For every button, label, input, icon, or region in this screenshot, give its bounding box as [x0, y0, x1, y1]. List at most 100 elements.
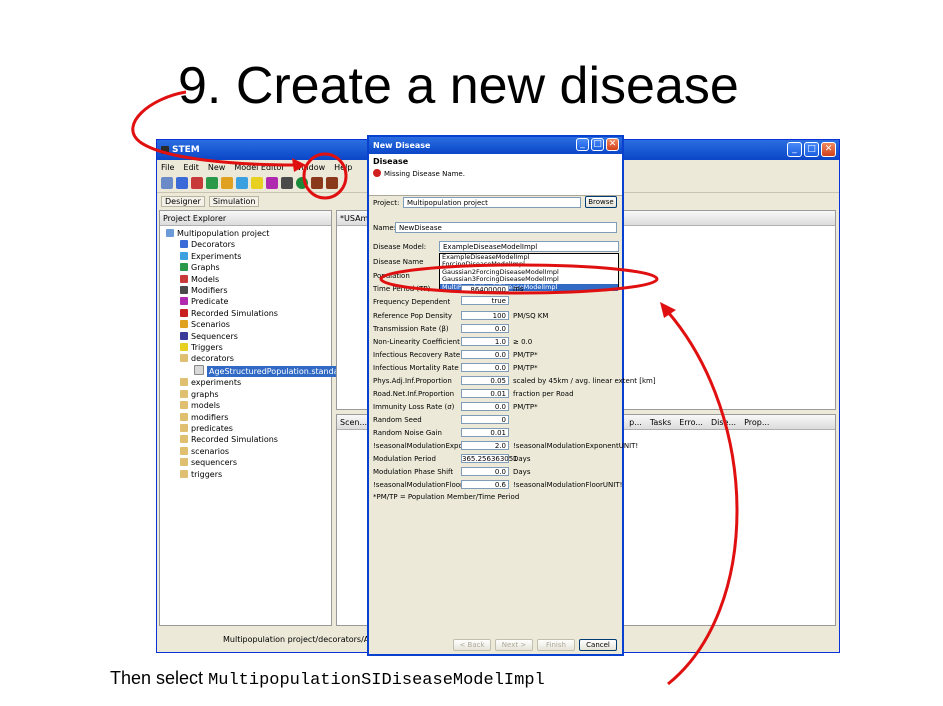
param-field[interactable]: 0.6 — [461, 480, 509, 489]
caption-code: MultipopulationSIDiseaseModelImpl — [208, 671, 545, 690]
errors-tab[interactable]: Erro... — [679, 418, 703, 427]
param-unit: PM/TP* — [513, 403, 538, 411]
folder-icon — [180, 378, 188, 387]
tree-item[interactable]: scenarios — [166, 446, 331, 457]
param-unit: Days — [513, 468, 531, 476]
minimize-button[interactable]: _ — [787, 142, 802, 157]
menu-new[interactable]: New — [208, 163, 225, 172]
param-label: !seasonalModulationFloor! — [373, 481, 466, 489]
dropdown-option[interactable]: Gaussian2ForcingDiseaseModelImpl — [440, 269, 618, 276]
menu-window[interactable]: Window — [294, 163, 326, 172]
dropdown-option[interactable]: ForcingDiseaseModelImpl — [440, 261, 618, 268]
tree-item[interactable]: Recorded Simulations — [166, 308, 331, 319]
menu-help[interactable]: Help — [334, 163, 352, 172]
modifier-icon[interactable] — [281, 177, 293, 189]
tree-item[interactable]: Sequencers — [166, 331, 331, 342]
param-field[interactable]: 0.01 — [461, 428, 509, 437]
tree-item[interactable]: predicates — [166, 423, 331, 434]
param-field[interactable]: 100 — [461, 311, 509, 320]
dialog-maximize-button[interactable]: □ — [591, 138, 604, 151]
dropdown-option[interactable]: Gaussian3ForcingDiseaseModelImpl — [440, 276, 618, 283]
time-period-field[interactable]: 86400000 — [461, 285, 509, 294]
tree-item[interactable]: Graphs — [166, 262, 331, 273]
param-field[interactable]: 0.0 — [461, 350, 509, 359]
disease-model-select[interactable]: ExampleDiseaseModelImpl — [439, 241, 619, 252]
tree-item[interactable]: Decorators — [166, 239, 331, 250]
scenario-icon[interactable] — [221, 177, 233, 189]
param-label: Modulation Phase Shift — [373, 468, 454, 476]
tree-item[interactable]: Modifiers — [166, 285, 331, 296]
next-button[interactable]: Next > — [495, 639, 533, 651]
model-icon[interactable] — [191, 177, 203, 189]
lower-tab[interactable]: p... — [629, 418, 642, 427]
properties-tab[interactable]: Prop... — [744, 418, 769, 427]
editor-tab[interactable]: *USAm — [340, 214, 368, 223]
param-field[interactable]: 0.0 — [461, 324, 509, 333]
decorator-icon[interactable] — [176, 177, 188, 189]
menu-file[interactable]: File — [161, 163, 174, 172]
frequency-field[interactable]: true — [461, 296, 509, 305]
finish-button[interactable]: Finish — [537, 639, 575, 651]
perspective-simulation[interactable]: Simulation — [208, 195, 260, 207]
tasks-tab[interactable]: Tasks — [650, 418, 671, 427]
project-select[interactable]: Multipopulation project — [403, 197, 581, 208]
param-label: Modulation Period — [373, 455, 436, 463]
new-pop-model-icon[interactable] — [326, 177, 338, 189]
browse-button[interactable]: Browse — [585, 196, 617, 208]
experiment-icon[interactable] — [236, 177, 248, 189]
param-label: Non-Linearity Coefficient — [373, 338, 460, 346]
param-field[interactable]: 0.0 — [461, 363, 509, 372]
cancel-button[interactable]: Cancel — [579, 639, 617, 651]
tree-item[interactable]: Models — [166, 274, 331, 285]
tree-item[interactable]: Triggers — [166, 342, 331, 353]
param-field[interactable]: 2.0 — [461, 441, 509, 450]
dialog-heading: Disease — [373, 157, 409, 166]
param-field[interactable]: 0.01 — [461, 389, 509, 398]
param-field[interactable]: 1.0 — [461, 337, 509, 346]
disease-tab[interactable]: Dise... — [711, 418, 736, 427]
param-label: Phys.Adj.Inf.Proportion — [373, 377, 452, 385]
param-field[interactable]: 0.05 — [461, 376, 509, 385]
tree-item[interactable]: Multipopulation project — [166, 228, 331, 239]
new-wizard-icon[interactable] — [161, 177, 173, 189]
tree-item[interactable]: Scenarios — [166, 319, 331, 330]
dropdown-option[interactable]: ExampleDiseaseModelImpl — [440, 254, 618, 261]
tree-item[interactable]: Recorded Simulations — [166, 434, 331, 445]
perspective-designer[interactable]: Designer — [161, 195, 205, 207]
back-button[interactable]: < Back — [453, 639, 491, 651]
maximize-button[interactable]: □ — [804, 142, 819, 157]
tree-item[interactable]: Experiments — [166, 251, 331, 262]
close-button[interactable]: ✕ — [821, 142, 836, 157]
menu-model-editor[interactable]: Model Editor — [234, 163, 284, 172]
tree-item[interactable]: AgeStructuredPopulation.standard — [166, 364, 349, 378]
menu-edit[interactable]: Edit — [183, 163, 199, 172]
param-field[interactable]: 0.0 — [461, 467, 509, 476]
tree-item[interactable]: Predicate — [166, 296, 331, 307]
experiments-icon — [180, 251, 188, 260]
scenario-tab[interactable]: Scen... — [340, 418, 367, 427]
param-field[interactable]: 365.256363051 — [461, 454, 518, 463]
name-input[interactable]: NewDisease — [395, 222, 617, 233]
tree-item[interactable]: decorators — [166, 353, 331, 364]
tree-item[interactable]: graphs — [166, 389, 331, 400]
tree-item[interactable]: experiments — [166, 377, 331, 388]
folder-icon — [180, 401, 188, 410]
dialog-close-button[interactable]: ✕ — [606, 138, 619, 151]
param-field[interactable]: 0.0 — [461, 402, 509, 411]
tree-item[interactable]: triggers — [166, 469, 331, 480]
new-population-icon[interactable] — [311, 177, 323, 189]
new-disease-icon[interactable] — [296, 177, 308, 189]
predicate-icon[interactable] — [266, 177, 278, 189]
dialog-message: Missing Disease Name. — [384, 170, 465, 178]
param-label: Transmission Rate (β) — [373, 325, 449, 333]
param-label: Random Seed — [373, 416, 422, 424]
dialog-minimize-button[interactable]: _ — [576, 138, 589, 151]
tree-item[interactable]: models — [166, 400, 331, 411]
tree-item[interactable]: sequencers — [166, 457, 331, 468]
population-label: Population — [373, 272, 410, 280]
graph-icon[interactable] — [206, 177, 218, 189]
disease-model-dropdown[interactable]: ExampleDiseaseModelImpl ForcingDiseaseMo… — [439, 253, 619, 292]
trigger-icon[interactable] — [251, 177, 263, 189]
tree-item[interactable]: modifiers — [166, 412, 331, 423]
param-field[interactable]: 0 — [461, 415, 509, 424]
